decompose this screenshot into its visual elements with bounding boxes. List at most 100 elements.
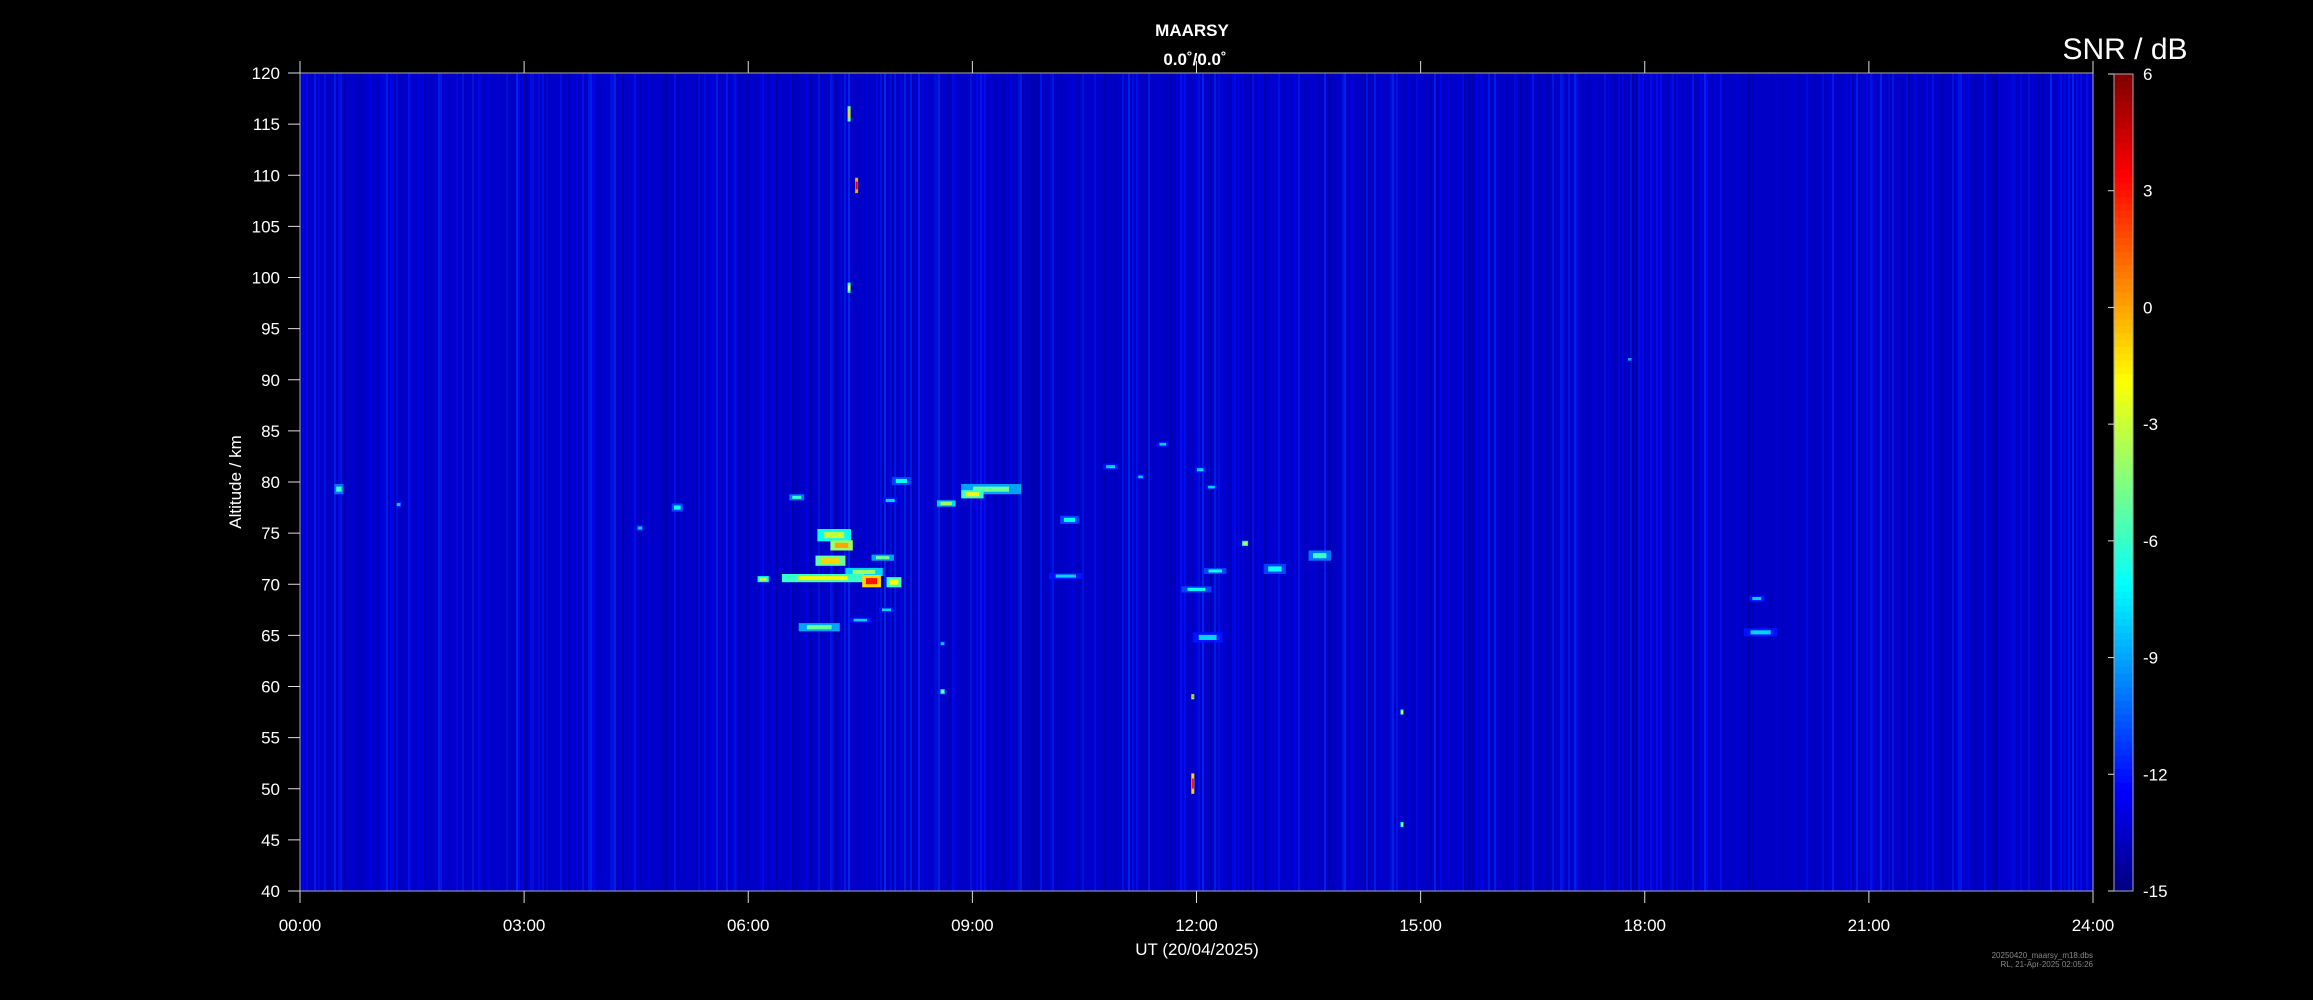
noise-streak	[1238, 73, 1240, 891]
noise-streak	[1282, 73, 1284, 891]
noise-streak	[1136, 73, 1138, 891]
echo-patch	[834, 542, 849, 548]
noise-streak	[334, 73, 336, 891]
noise-streak	[1546, 73, 1548, 891]
noise-streak	[1820, 73, 1822, 891]
noise-streak	[530, 73, 532, 891]
noise-streak	[1958, 73, 1960, 891]
echo-patch	[889, 579, 899, 585]
noise-streak	[2064, 73, 2066, 891]
noise-streak	[1632, 73, 1634, 891]
noise-streak	[1640, 73, 1642, 891]
echo-patch	[1313, 553, 1327, 559]
noise-streak	[314, 73, 316, 891]
noise-streak	[1628, 73, 1630, 891]
noise-streak	[1430, 73, 1432, 891]
noise-streak	[466, 73, 468, 891]
colorbar-tick-label: -6	[2143, 532, 2158, 551]
noise-streak	[1292, 73, 1294, 891]
noise-streak	[716, 73, 718, 891]
colorbar-segment	[2114, 652, 2133, 661]
noise-streak	[1040, 73, 1042, 891]
noise-streak	[912, 73, 914, 891]
chart-subtitle: 0.0˚/0.0˚	[1163, 50, 1226, 69]
colorbar-segment	[2114, 251, 2133, 259]
colorbar-segment	[2114, 843, 2133, 851]
noise-streak	[1914, 73, 1916, 891]
colorbar-segment	[2114, 448, 2133, 456]
noise-streak	[1828, 73, 1830, 891]
noise-streak	[2032, 73, 2034, 891]
noise-streak	[1994, 73, 1996, 891]
x-tick-label: 21:00	[1848, 916, 1891, 935]
noise-streak	[408, 73, 410, 891]
noise-streak	[1906, 73, 1908, 891]
noise-streak	[1106, 73, 1108, 891]
noise-streak	[1452, 73, 1454, 891]
noise-streak	[1342, 73, 1344, 891]
noise-streak	[1790, 73, 1792, 891]
colorbar-segment	[2114, 230, 2133, 238]
noise-streak	[1788, 73, 1790, 891]
y-tick-label: 105	[252, 217, 280, 236]
noise-streak	[560, 73, 562, 891]
noise-streak	[664, 73, 666, 891]
noise-streak	[588, 73, 590, 891]
noise-streak	[632, 73, 634, 891]
noise-streak	[1806, 73, 1808, 891]
noise-streak	[1956, 73, 1958, 891]
y-tick-label: 55	[261, 729, 280, 748]
noise-streak	[444, 73, 446, 891]
colorbar-segment	[2114, 707, 2133, 715]
noise-streak	[1918, 73, 1920, 891]
noise-streak	[1562, 73, 1564, 891]
footer-filename: 20250420_maarsy_m18.dbs	[1992, 951, 2093, 960]
noise-streak	[1620, 73, 1622, 891]
noise-streak	[472, 73, 474, 891]
noise-streak	[1310, 73, 1312, 891]
noise-streak	[308, 73, 310, 891]
noise-streak	[1742, 73, 1744, 891]
noise-streak	[306, 73, 308, 891]
noise-streak	[706, 73, 708, 891]
noise-streak	[1846, 73, 1848, 891]
noise-streak	[1586, 73, 1588, 891]
noise-streak	[704, 73, 706, 891]
noise-streak	[746, 73, 748, 891]
y-tick-label: 100	[252, 269, 280, 288]
noise-streak	[832, 73, 834, 891]
x-tick-label: 03:00	[503, 916, 546, 935]
noise-streak	[2076, 73, 2078, 891]
noise-streak	[752, 73, 754, 891]
noise-streak	[614, 73, 616, 891]
colorbar-segment	[2114, 278, 2133, 286]
echo-patch	[637, 526, 643, 530]
colorbar-segment	[2114, 135, 2133, 143]
noise-streak	[1288, 73, 1290, 891]
noise-streak	[1406, 73, 1408, 891]
noise-streak	[1396, 73, 1398, 891]
echo-patch	[1138, 475, 1143, 479]
noise-streak	[2080, 73, 2082, 891]
noise-streak	[1676, 73, 1678, 891]
noise-streak	[930, 73, 932, 891]
noise-streak	[1242, 73, 1244, 891]
colorbar-segment	[2114, 468, 2133, 477]
noise-streak	[1592, 73, 1594, 891]
noise-streak	[1258, 73, 1260, 891]
noise-streak	[1324, 73, 1326, 891]
noise-streak	[1712, 73, 1714, 891]
colorbar-segment	[2114, 101, 2133, 109]
noise-streak	[546, 73, 548, 891]
noise-streak	[712, 73, 714, 891]
noise-streak	[1880, 73, 1882, 891]
noise-streak	[718, 73, 720, 891]
noise-streak	[1472, 73, 1474, 891]
noise-streak	[1992, 73, 1994, 891]
noise-streak	[1122, 73, 1124, 891]
colorbar-segment	[2114, 366, 2133, 375]
colorbar-segment	[2114, 802, 2133, 810]
noise-streak	[1824, 73, 1826, 891]
noise-streak	[1182, 73, 1184, 891]
colorbar-segment	[2114, 332, 2133, 341]
